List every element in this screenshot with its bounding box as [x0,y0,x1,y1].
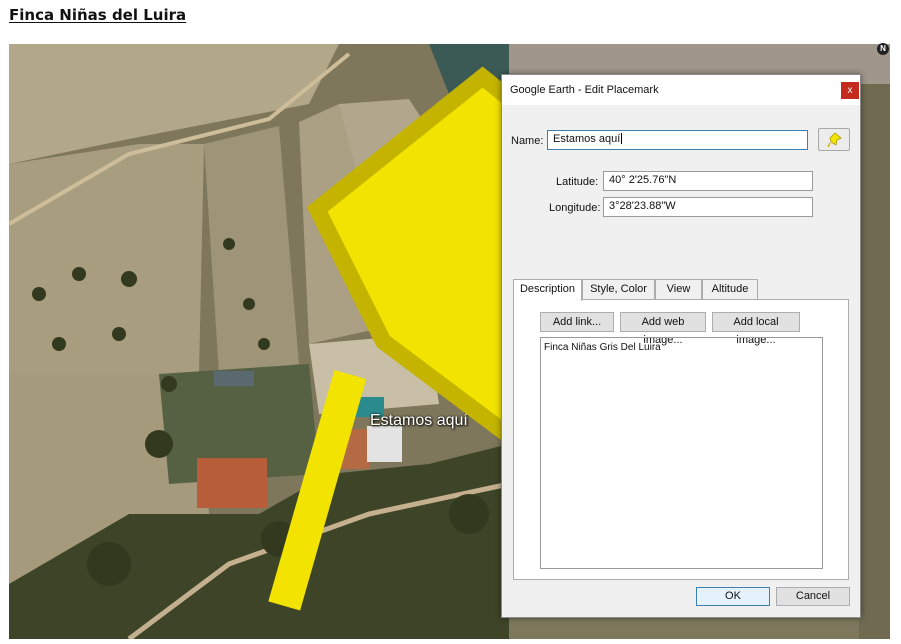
name-input[interactable]: Estamos aquí [547,130,808,150]
tab-altitude[interactable]: Altitude [702,279,758,300]
dialog-titlebar[interactable]: Google Earth - Edit Placemark x [502,75,860,105]
document-title: Finca Niñas del Luira [9,6,187,24]
ok-button[interactable]: OK [696,587,770,606]
add-local-image-button[interactable]: Add local image... [712,312,800,346]
latitude-input[interactable]: 40° 2'25.76"N [603,171,813,191]
pushpin-icon [827,132,842,148]
description-text: Finca Niñas Gris Del Luira [544,342,661,353]
latitude-label: Latitude: [556,176,599,188]
add-web-image-button[interactable]: Add web image... [620,312,706,346]
description-textarea[interactable]: Finca Niñas Gris Del Luira [540,337,823,569]
name-value: Estamos aquí [553,133,621,145]
longitude-input[interactable]: 3°28'23.88"W [603,197,813,217]
tab-style-color[interactable]: Style, Color [582,279,655,300]
add-link-button[interactable]: Add link... [540,312,614,332]
placemark-icon-button[interactable] [818,128,850,151]
tab-view[interactable]: View [655,279,702,300]
dialog-title: Google Earth - Edit Placemark [510,84,659,96]
cancel-button[interactable]: Cancel [776,587,850,606]
compass-north-icon[interactable]: N [877,43,889,55]
close-button[interactable]: x [841,82,859,99]
description-panel: Add link... Add web image... Add local i… [513,299,849,580]
edit-placemark-dialog: Google Earth - Edit Placemark x Name: Es… [501,74,861,618]
longitude-label: Longitude: [549,202,601,214]
text-caret [621,133,623,144]
tab-description[interactable]: Description [513,279,582,301]
name-label: Name: [511,135,544,147]
